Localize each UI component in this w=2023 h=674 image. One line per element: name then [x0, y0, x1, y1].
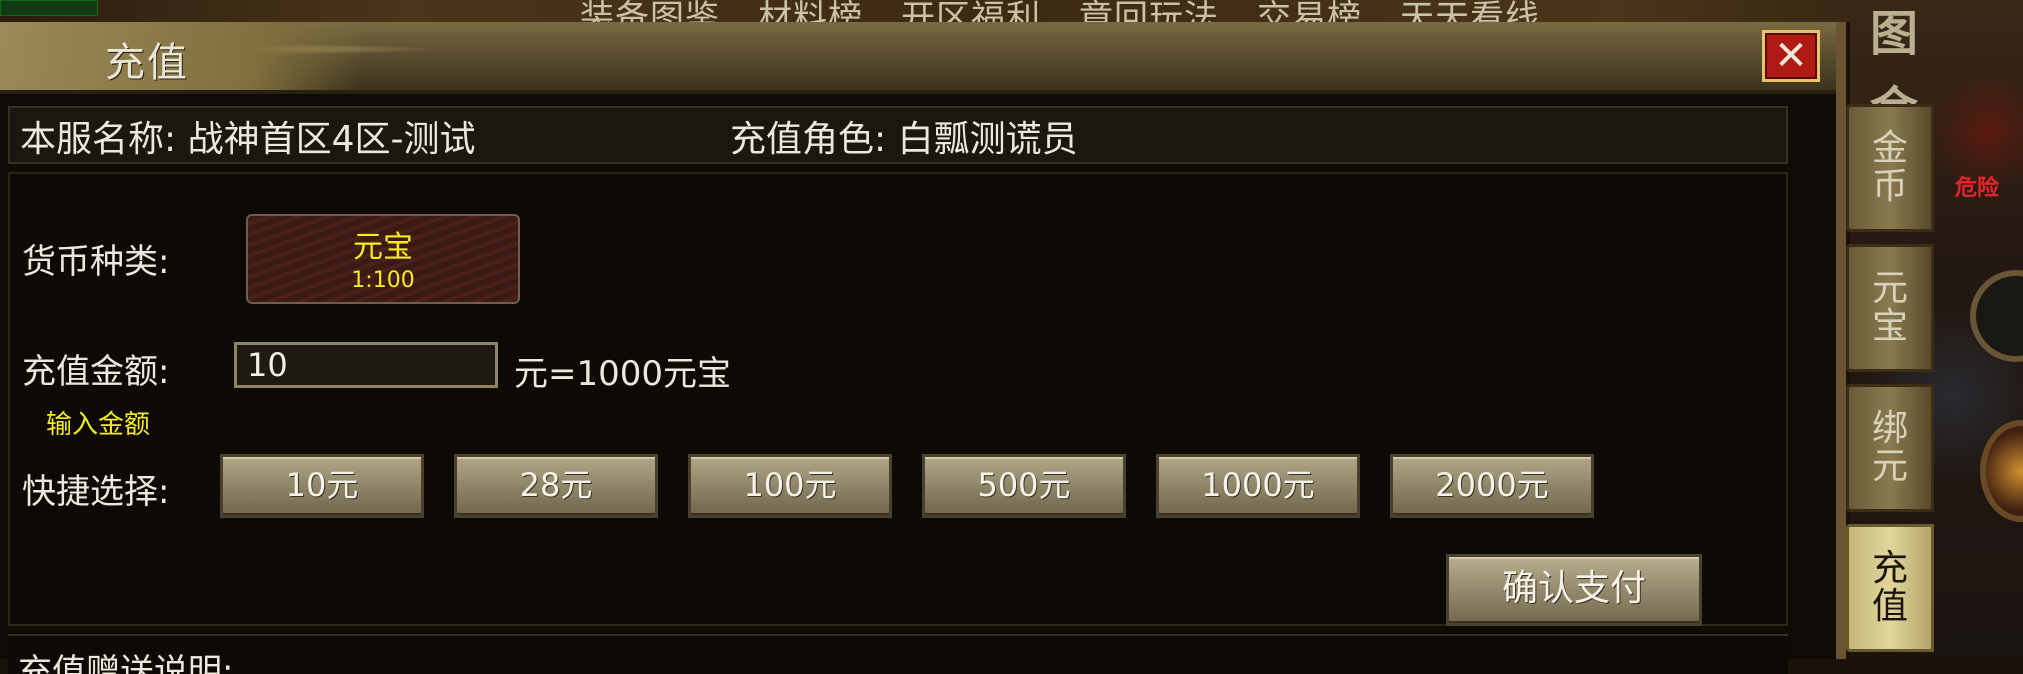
- quick-amount-button[interactable]: 2000元: [1390, 454, 1594, 518]
- tab-label-line: 元: [1871, 446, 1908, 487]
- tab-yuanbao[interactable]: 元 宝: [1846, 244, 1934, 372]
- quick-amount-button[interactable]: 1000元: [1156, 454, 1360, 518]
- dialog-title: 充值: [105, 40, 189, 86]
- tab-label-line: 元: [1871, 268, 1908, 310]
- quick-amount-button[interactable]: 28元: [454, 454, 658, 518]
- recharge-role-label: 充值角色: 白瓢测谎员: [730, 119, 1078, 160]
- quick-amount-button[interactable]: 10元: [220, 454, 424, 518]
- close-button[interactable]: ✕: [1762, 30, 1820, 82]
- currency-type-label: 货币种类:: [22, 242, 170, 282]
- orb-icon[interactable]: [1980, 420, 2023, 522]
- tab-label-line: 绑: [1871, 408, 1908, 450]
- top-left-indicator: [0, 0, 98, 16]
- game-top-bar: 装备图鉴 材料榜 开区福利 章回玩法 交易榜 天天看线: [0, 0, 2023, 38]
- tab-label-line: 金: [1871, 128, 1908, 170]
- quick-amount-button[interactable]: 100元: [688, 454, 892, 518]
- tab-bound-yuanbao[interactable]: 绑 元: [1846, 384, 1934, 512]
- quick-select-label: 快捷选择:: [22, 472, 170, 512]
- amount-hint: 输入金额: [46, 410, 151, 440]
- tab-label-line: 充: [1871, 548, 1908, 590]
- tab-gold[interactable]: 金 币: [1846, 104, 1934, 232]
- bonus-info-panel: 充值赠送说明:: [8, 634, 1788, 674]
- info-bar: 本服名称: 战神首区4区-测试 充值角色: 白瓢测谎员: [8, 106, 1788, 164]
- amount-label: 充值金额:: [22, 352, 170, 392]
- server-name-label: 本服名称: 战神首区4区-测试: [20, 119, 476, 160]
- currency-option-yuanbao[interactable]: 元宝 1:100: [246, 214, 520, 304]
- tab-label-line: 宝: [1871, 306, 1908, 347]
- confirm-pay-button[interactable]: 确认支付: [1446, 554, 1702, 626]
- minimap-glyph: 图: [1870, 6, 1919, 62]
- dialog-titlebar[interactable]: 充值 ✕: [0, 22, 1836, 94]
- tab-label-line: 币: [1871, 166, 1908, 207]
- skill-slot-icon[interactable]: [1970, 270, 2023, 362]
- amount-conversion: 元=1000元宝: [514, 354, 732, 394]
- bonus-info-label: 充值赠送说明:: [18, 652, 234, 674]
- recharge-dialog: 充值 ✕ 本服名称: 战神首区4区-测试 充值角色: 白瓢测谎员 货币种类: 元…: [0, 22, 1846, 674]
- danger-indicator: 危险: [1955, 176, 2000, 201]
- quick-amount-button[interactable]: 500元: [922, 454, 1126, 518]
- amount-input[interactable]: [234, 342, 498, 388]
- currency-option-ratio: 1:100: [351, 268, 415, 293]
- tab-recharge[interactable]: 充 值: [1846, 524, 1934, 652]
- tab-label-line: 值: [1871, 586, 1908, 627]
- close-icon: ✕: [1774, 33, 1808, 79]
- recharge-form: 货币种类: 元宝 1:100 充值金额: 元=1000元宝 输入金额 快捷选择:…: [8, 172, 1788, 626]
- currency-option-name: 元宝: [353, 230, 413, 265]
